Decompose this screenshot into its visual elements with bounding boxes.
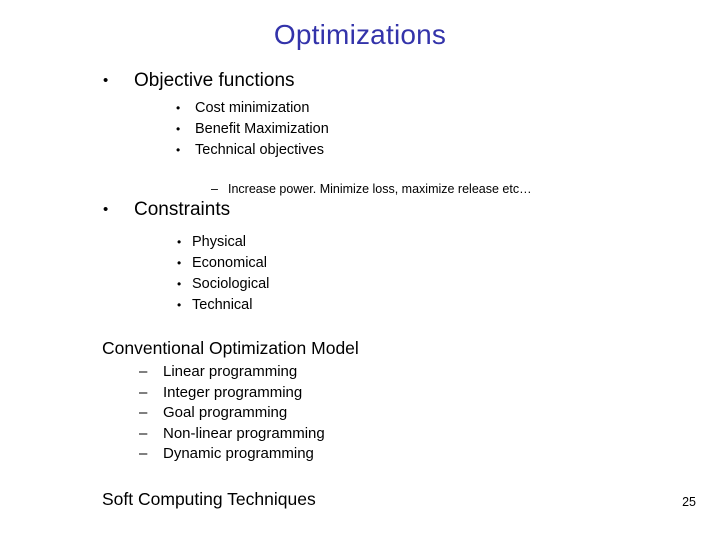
- list-item: • Physical: [0, 232, 720, 253]
- list-item-label: Economical: [192, 255, 267, 271]
- list-item-label: Technical objectives: [195, 142, 324, 158]
- bullet-label: Objective functions: [134, 70, 295, 91]
- section-heading-conventional-optimization-model: Conventional Optimization Model: [102, 338, 359, 358]
- list-item-label: Cost minimization: [195, 100, 310, 116]
- slide-title: Optimizations: [273, 19, 447, 50]
- dash-marker-icon: –: [139, 363, 148, 380]
- bullet-marker-icon: •: [177, 298, 182, 312]
- bullet-marker-icon: •: [177, 235, 182, 249]
- list-item: • Cost minimization: [0, 98, 720, 119]
- list-item-label: Linear programming: [163, 363, 298, 380]
- bullet-objective-functions: • Objective functions: [0, 68, 720, 94]
- page-number: 25: [682, 495, 696, 509]
- section-objective-functions: • Objective functions • Cost minimizatio…: [0, 68, 720, 199]
- bullet-marker-icon: •: [103, 72, 109, 89]
- list-item-label: Goal programming: [163, 404, 288, 421]
- dash-marker-icon: –: [139, 424, 148, 442]
- list-item: – Goal programming: [0, 403, 720, 424]
- list-item: – Linear programming: [0, 362, 720, 383]
- list-item-label: Benefit Maximization: [195, 121, 329, 137]
- bullet-marker-icon: •: [176, 122, 181, 136]
- section-optimization-methods: – Linear programming – Integer programmi…: [0, 362, 720, 465]
- bullet-label: Constraints: [134, 199, 231, 220]
- list-item-label: Integer programming: [163, 383, 303, 401]
- list-item: – Dynamic programming: [0, 444, 720, 465]
- dash-marker-icon: –: [139, 404, 148, 421]
- bullet-marker-icon: •: [176, 101, 181, 115]
- list-item-label: Non-linear programming: [163, 424, 325, 442]
- bullet-constraints: • Constraints: [0, 197, 720, 223]
- list-item-label: Sociological: [192, 276, 270, 292]
- bullet-marker-icon: •: [177, 256, 182, 270]
- bullet-marker-icon: •: [177, 277, 182, 291]
- dash-marker-icon: –: [139, 445, 148, 462]
- list-item: – Non-linear programming: [0, 424, 720, 445]
- list-item-label: Dynamic programming: [163, 445, 314, 462]
- list-item-label: Physical: [192, 234, 246, 250]
- list-item: • Economical: [0, 253, 720, 274]
- section-constraints: • Constraints • Physical • Economical • …: [0, 197, 720, 316]
- section-heading-soft-computing-techniques: Soft Computing Techniques: [102, 489, 316, 509]
- bullet-marker-icon: •: [103, 201, 109, 218]
- slide: Optimizations • Objective functions • Co…: [0, 0, 720, 540]
- list-item: • Technical objectives: [0, 140, 720, 161]
- list-item: • Benefit Maximization: [0, 119, 720, 140]
- list-item: • Technical: [0, 295, 720, 316]
- dash-marker-icon: –: [139, 383, 148, 401]
- bullet-marker-icon: •: [176, 143, 181, 157]
- list-item-label: Technical: [192, 297, 253, 313]
- list-item: – Integer programming: [0, 383, 720, 404]
- list-item: • Sociological: [0, 274, 720, 295]
